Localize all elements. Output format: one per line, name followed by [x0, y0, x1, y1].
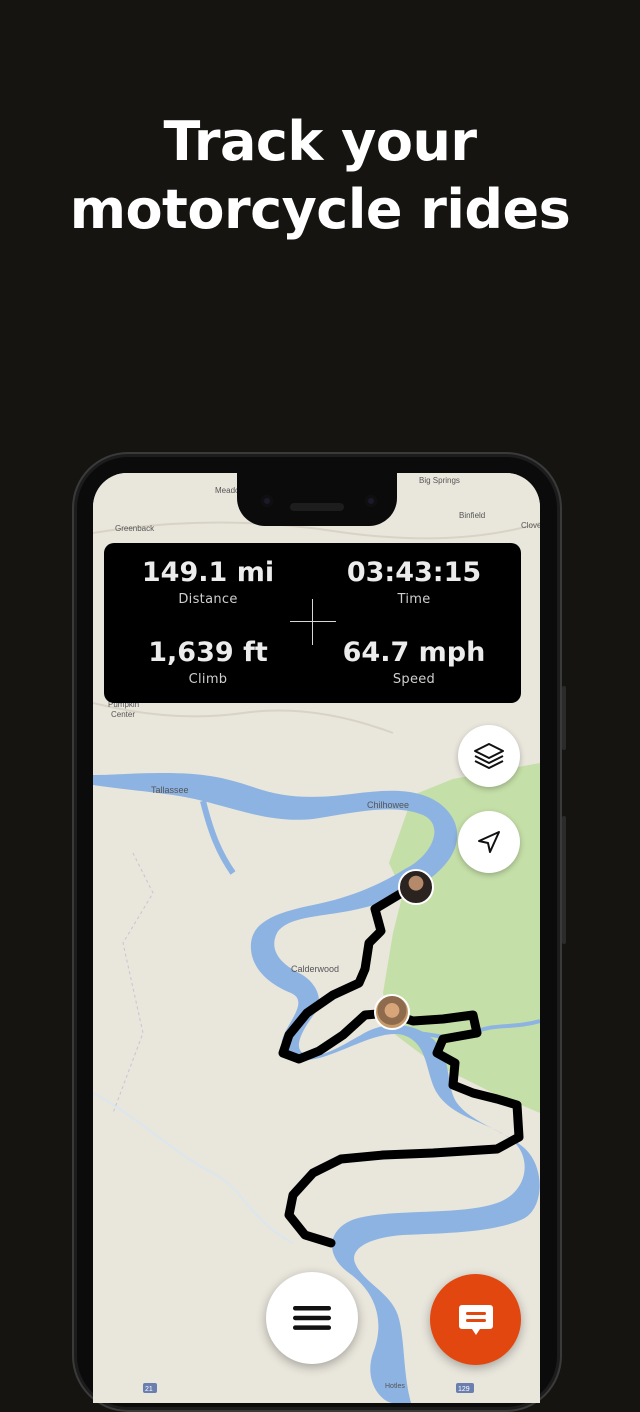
chat-button[interactable] [430, 1274, 521, 1365]
speed-value: 64.7 mph [342, 637, 486, 668]
headline-line-1: Track your [163, 110, 477, 173]
locate-button[interactable] [458, 811, 520, 873]
map-label-tallassee: Tallassee [151, 785, 189, 795]
map-label-chilhowee: Chilhowee [367, 800, 409, 810]
distance-label: Distance [178, 592, 238, 607]
chat-bubble-icon [458, 1304, 493, 1335]
hamburger-menu-icon [293, 1306, 331, 1330]
rider-avatar-1[interactable] [398, 869, 434, 905]
front-camera-right [365, 495, 377, 507]
map-label-binfield: Binfield [459, 511, 485, 520]
ride-stats-panel: 149.1 mi Distance 03:43:15 Time 1,639 ft… [104, 543, 521, 703]
map-label-hotles: Hotles [385, 1383, 405, 1390]
stat-time: 03:43:15 Time [314, 557, 514, 607]
climb-label: Climb [188, 672, 228, 687]
layers-icon [474, 743, 504, 769]
map-label-greenback: Greenback [115, 524, 155, 533]
phone-power-button [562, 686, 566, 750]
map-label-big-springs: Big Springs [419, 476, 460, 485]
headline-line-2: motorcycle rides [69, 178, 571, 241]
time-value: 03:43:15 [346, 557, 482, 588]
menu-button[interactable] [266, 1272, 358, 1364]
front-camera-left [261, 495, 273, 507]
layers-button[interactable] [458, 725, 520, 787]
navigation-arrow-icon [478, 831, 500, 853]
phone-volume-button [562, 816, 566, 944]
speed-label: Speed [392, 672, 436, 687]
map-label-calderwood: Calderwood [291, 964, 339, 974]
stat-distance: 149.1 mi Distance [108, 557, 308, 607]
crosshair-icon [290, 599, 336, 645]
climb-value: 1,639 ft [148, 637, 268, 668]
map-label-clove: Clove [521, 521, 540, 530]
stat-speed: 64.7 mph Speed [314, 637, 514, 687]
rider-avatar-2[interactable] [374, 994, 410, 1030]
headline: Track your motorcycle rides [0, 108, 640, 244]
stat-climb: 1,639 ft Climb [108, 637, 308, 687]
distance-value: 149.1 mi [141, 557, 275, 588]
time-label: Time [397, 592, 431, 607]
phone-speaker [290, 503, 344, 511]
map-label-center: Center [111, 710, 135, 719]
